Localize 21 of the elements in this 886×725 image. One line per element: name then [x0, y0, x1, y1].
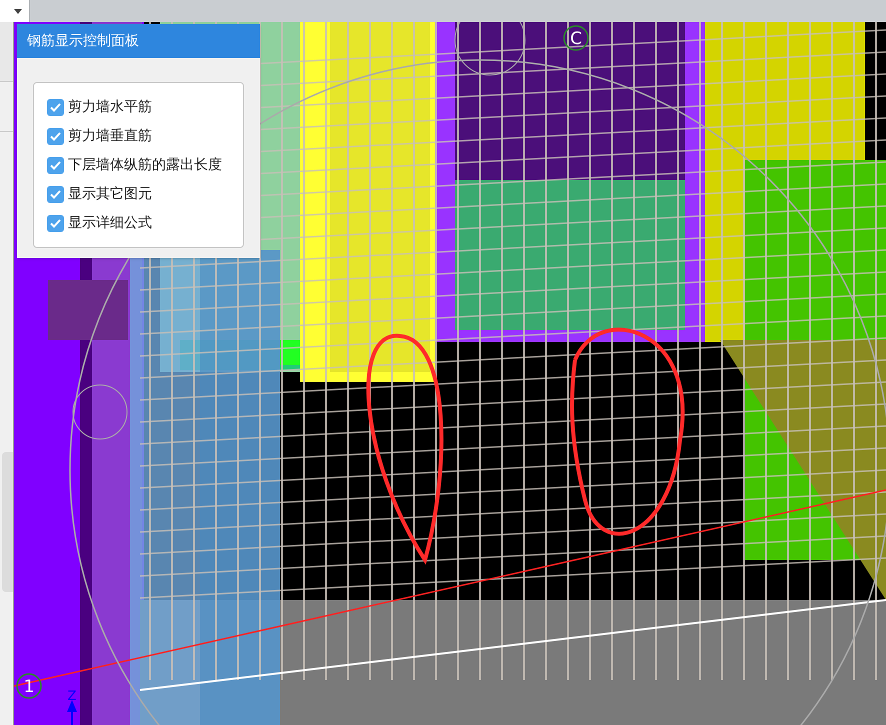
- option-label: 剪力墙水平筋: [68, 98, 152, 116]
- checkbox[interactable]: [47, 186, 64, 202]
- checkmark-icon: [50, 102, 61, 112]
- panel-title: 钢筋显示控制面板: [17, 24, 260, 58]
- checkbox[interactable]: [47, 214, 64, 232]
- option-label: 下层墙体纵筋的露出长度: [68, 156, 222, 174]
- grid-axis-marker: C: [563, 25, 589, 51]
- checkmark-icon: [50, 160, 61, 170]
- checkbox[interactable]: [47, 98, 64, 116]
- grid-axis-marker: 1: [16, 673, 42, 699]
- caret-icon: [14, 8, 22, 14]
- dropdown-field[interactable]: [0, 0, 30, 22]
- checkmark-icon: [50, 218, 61, 228]
- option-label: 剪力墙垂直筋: [68, 126, 152, 146]
- option-label: 显示详细公式: [68, 214, 152, 232]
- checkmark-icon: [50, 190, 61, 198]
- option-label: 显示其它图元: [68, 184, 152, 204]
- checkbox[interactable]: [47, 156, 64, 174]
- checkmark-icon: [50, 132, 61, 140]
- checkbox[interactable]: [47, 128, 64, 144]
- axis-label: Z: [68, 689, 76, 704]
